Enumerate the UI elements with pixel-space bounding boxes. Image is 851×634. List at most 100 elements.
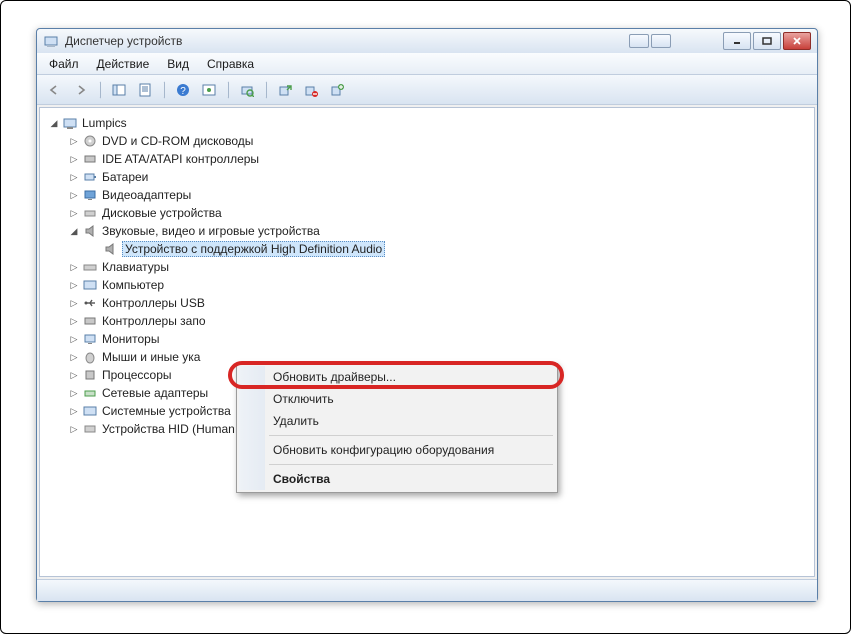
menubar: Файл Действие Вид Справка: [37, 53, 817, 75]
ctx-label: Удалить: [273, 414, 319, 428]
menu-action[interactable]: Действие: [89, 55, 158, 73]
tree-item-hdaudio[interactable]: Устройство с поддержкой High Definition …: [82, 240, 385, 258]
properties-button[interactable]: [133, 79, 157, 101]
speaker-icon: [82, 223, 98, 239]
expand-icon[interactable]: ▷: [68, 405, 80, 417]
ctx-separator: [269, 435, 553, 436]
tree-label: Мониторы: [102, 332, 159, 346]
uninstall-device-button[interactable]: [325, 79, 349, 101]
nav-forward-button[interactable]: [69, 79, 93, 101]
ctx-label: Обновить конфигурацию оборудования: [273, 443, 494, 457]
maximize-button[interactable]: [753, 32, 781, 50]
tree-item-ide[interactable]: ▷ IDE ATA/ATAPI контроллеры: [62, 150, 385, 168]
window-title: Диспетчер устройств: [65, 34, 629, 48]
ctx-separator: [269, 464, 553, 465]
mouse-icon: [82, 349, 98, 365]
root-node[interactable]: ◢ Lumpics: [42, 114, 385, 132]
app-icon: [43, 33, 59, 49]
tree-label: Батареи: [102, 170, 148, 184]
expand-icon[interactable]: ▷: [68, 171, 80, 183]
expand-icon[interactable]: ▷: [68, 315, 80, 327]
expand-icon[interactable]: ▷: [68, 261, 80, 273]
ctx-label: Обновить драйверы...: [273, 370, 396, 384]
expand-icon[interactable]: ▷: [68, 207, 80, 219]
monitor-icon: [82, 331, 98, 347]
ctx-properties[interactable]: Свойства: [239, 468, 555, 490]
system-icon: [82, 403, 98, 419]
controller-icon: [82, 313, 98, 329]
tree-label: DVD и CD-ROM дисководы: [102, 134, 253, 148]
tree-label: Дисковые устройства: [102, 206, 222, 220]
expand-icon[interactable]: ▷: [68, 423, 80, 435]
show-console-tree-button[interactable]: [107, 79, 131, 101]
tree-label: Системные устройства: [102, 404, 231, 418]
content-area: ◢ Lumpics ▷ DVD и CD-ROM дисководы ▷ IDE A…: [39, 107, 815, 577]
scan-hardware-button[interactable]: [235, 79, 259, 101]
ctx-disable[interactable]: Отключить: [239, 388, 555, 410]
disc-icon: [82, 133, 98, 149]
usb-icon: [82, 295, 98, 311]
tree-item-disk[interactable]: ▷ Дисковые устройства: [62, 204, 385, 222]
expand-icon[interactable]: ▷: [68, 189, 80, 201]
title-extra-btn-2[interactable]: [651, 34, 671, 48]
context-menu: Обновить драйверы... Отключить Удалить О…: [236, 363, 558, 493]
tree-item-battery[interactable]: ▷ Батареи: [62, 168, 385, 186]
toolbar-separator: [159, 81, 165, 99]
selected-device-label: Устройство с поддержкой High Definition …: [122, 241, 385, 257]
expand-icon[interactable]: ▷: [68, 369, 80, 381]
tree-label: Звуковые, видео и игровые устройства: [102, 224, 320, 238]
close-button[interactable]: [783, 32, 811, 50]
statusbar: [37, 579, 817, 601]
disable-device-button[interactable]: [299, 79, 323, 101]
menu-help[interactable]: Справка: [199, 55, 262, 73]
expand-icon[interactable]: ▷: [68, 279, 80, 291]
device-tree[interactable]: ◢ Lumpics ▷ DVD и CD-ROM дисководы ▷ IDE A…: [40, 108, 387, 576]
root-label: Lumpics: [82, 116, 127, 130]
tree-item-keyboard[interactable]: ▷Клавиатуры: [62, 258, 385, 276]
expand-icon[interactable]: ▷: [68, 351, 80, 363]
ctx-rescan[interactable]: Обновить конфигурацию оборудования: [239, 439, 555, 461]
hid-icon: [82, 421, 98, 437]
svg-text:?: ?: [180, 86, 186, 97]
ctx-delete[interactable]: Удалить: [239, 410, 555, 432]
expand-icon[interactable]: ▷: [68, 135, 80, 147]
tree-item-dvd[interactable]: ▷ DVD и CD-ROM дисководы: [62, 132, 385, 150]
tree-item-sound[interactable]: ◢ Звуковые, видео и игровые устройства: [62, 222, 385, 240]
expand-icon[interactable]: ▷: [68, 333, 80, 345]
help-button[interactable]: ?: [171, 79, 195, 101]
tree-label: Контроллеры USB: [102, 296, 205, 310]
menu-file[interactable]: Файл: [41, 55, 87, 73]
expand-icon[interactable]: ▷: [68, 297, 80, 309]
controller-icon: [82, 151, 98, 167]
minimize-button[interactable]: [723, 32, 751, 50]
tree-label: Сетевые адаптеры: [102, 386, 208, 400]
titlebar[interactable]: Диспетчер устройств: [37, 29, 817, 53]
toolbar-separator: [261, 81, 267, 99]
title-extra-btn-1[interactable]: [629, 34, 649, 48]
ctx-update-drivers[interactable]: Обновить драйверы...: [239, 366, 555, 388]
tree-item-usb[interactable]: ▷ Контроллеры USB: [62, 294, 385, 312]
tree-item-computer[interactable]: ▷Компьютер: [62, 276, 385, 294]
toolbar-separator: [223, 81, 229, 99]
refresh-button[interactable]: [197, 79, 221, 101]
update-driver-button[interactable]: [273, 79, 297, 101]
expand-icon[interactable]: ▷: [68, 387, 80, 399]
tree-label: Видеоадаптеры: [102, 188, 191, 202]
tree-label: Контроллеры запо: [102, 314, 206, 328]
keyboard-icon: [82, 259, 98, 275]
nav-back-button[interactable]: [43, 79, 67, 101]
computer-icon: [82, 277, 98, 293]
tree-item-video[interactable]: ▷ Видеоадаптеры: [62, 186, 385, 204]
network-icon: [82, 385, 98, 401]
collapse-icon[interactable]: ◢: [68, 225, 80, 237]
tree-label: IDE ATA/ATAPI контроллеры: [102, 152, 259, 166]
display-icon: [82, 187, 98, 203]
tree-item-monitors[interactable]: ▷ Мониторы: [62, 330, 385, 348]
tree-item-storage-ctrl[interactable]: ▷ Контроллеры запо: [62, 312, 385, 330]
expand-icon[interactable]: ▷: [68, 153, 80, 165]
menu-view[interactable]: Вид: [159, 55, 197, 73]
tree-label: Мыши и иные ука: [102, 350, 200, 364]
collapse-icon[interactable]: ◢: [48, 117, 60, 129]
device-manager-window: Диспетчер устройств Файл Действие Вид Сп…: [36, 28, 818, 602]
tree-label: Процессоры: [102, 368, 172, 382]
